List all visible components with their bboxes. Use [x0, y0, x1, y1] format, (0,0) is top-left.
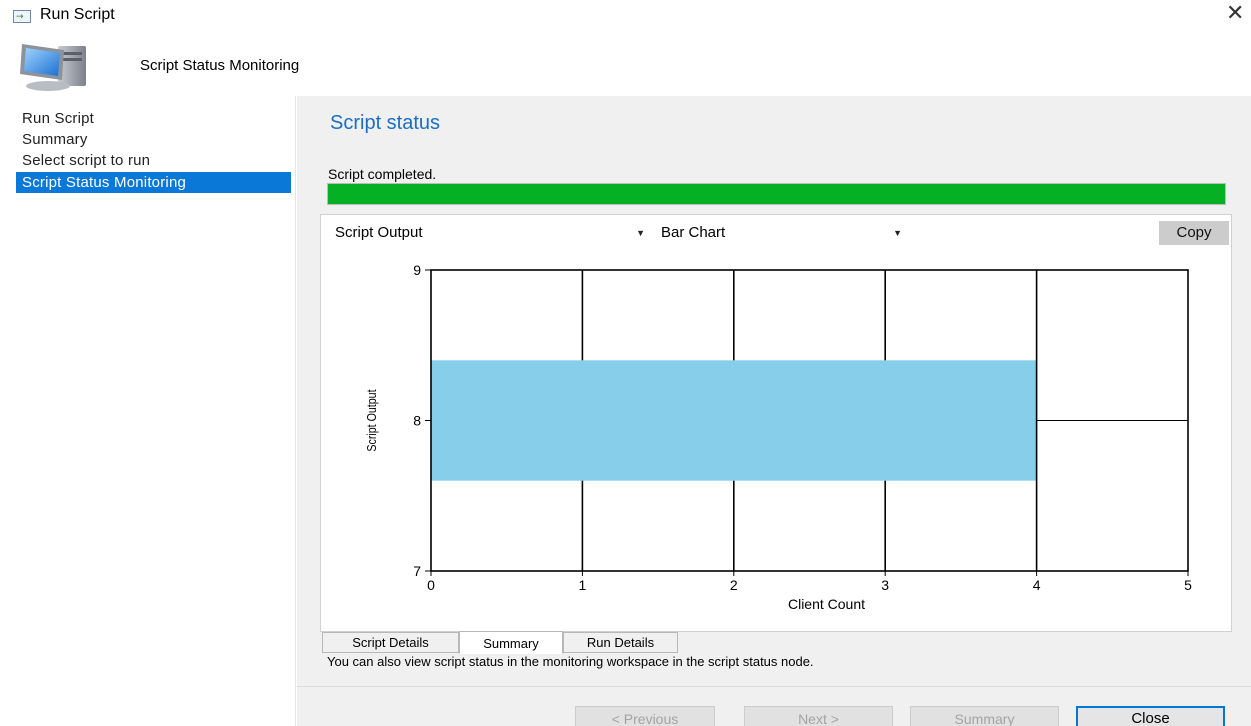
page-title: Script Status Monitoring [140, 57, 300, 74]
x-axis-label: Client Count [788, 596, 865, 612]
summary-button[interactable]: Summary [910, 706, 1059, 726]
x-tick-label-2: 2 [730, 577, 738, 593]
button-bar: < Previous Next > Summary Close [297, 686, 1251, 726]
sidebar-item-summary[interactable]: Summary [16, 129, 291, 150]
sidebar-item-run-script[interactable]: Run Script [16, 108, 291, 129]
chevron-down-icon: ▼ [636, 228, 645, 238]
computer-icon [20, 44, 86, 91]
progress-fill [328, 184, 1225, 204]
main-content: Script status Script completed. Script O… [297, 96, 1251, 686]
x-tick-label-1: 1 [579, 577, 587, 593]
output-dropdown-value: Script Output [335, 224, 423, 241]
chevron-down-icon: ▼ [893, 228, 902, 238]
previous-button[interactable]: < Previous [575, 706, 715, 726]
y-tick-label-9: 9 [413, 262, 421, 278]
output-dropdown[interactable]: Script Output ▼ [327, 221, 653, 245]
section-title: Script status [330, 112, 441, 134]
tab-run-details[interactable]: Run Details [563, 632, 678, 653]
next-button[interactable]: Next > [744, 706, 893, 726]
copy-button[interactable]: Copy [1159, 221, 1229, 245]
wizard-header: Script Status Monitoring [0, 32, 1251, 96]
bar-chart: 0 1 2 3 4 5 7 8 9 Client Count Script Output [364, 262, 1192, 612]
window-title: Run Script [40, 6, 115, 23]
close-icon[interactable]: ✕ [1226, 2, 1244, 26]
tab-summary[interactable]: Summary [459, 631, 563, 654]
sidebar-item-select-script[interactable]: Select script to run [16, 150, 291, 171]
x-tick-label-4: 4 [1033, 577, 1041, 593]
y-tick-label-7: 7 [413, 563, 421, 579]
y-tick-label-8: 8 [413, 413, 421, 429]
sidebar-item-script-status-monitoring[interactable]: Script Status Monitoring [16, 172, 291, 193]
output-panel: Script Output ▼ Bar Chart ▼ Copy 0 1 2 3 4 5 7… [320, 214, 1232, 632]
info-text: You can also view script status in the m… [327, 654, 814, 669]
x-tick-label-3: 3 [881, 577, 889, 593]
wizard-sidebar: Run Script Summary Select script to run … [0, 96, 296, 726]
y-axis-label: Script Output [364, 389, 379, 452]
progress-bar [327, 183, 1226, 205]
chart-type-dropdown-value: Bar Chart [661, 224, 726, 241]
x-tick-label-0: 0 [427, 577, 435, 593]
bar-8 [431, 360, 1037, 481]
x-tick-label-5: 5 [1184, 577, 1192, 593]
status-text: Script completed. [328, 166, 437, 182]
chart-type-dropdown[interactable]: Bar Chart ▼ [653, 221, 910, 245]
title-bar: → Run Script ✕ [0, 0, 1251, 32]
run-script-icon: → [13, 10, 31, 23]
close-button[interactable]: Close [1076, 706, 1225, 726]
tab-script-details[interactable]: Script Details [322, 632, 459, 653]
